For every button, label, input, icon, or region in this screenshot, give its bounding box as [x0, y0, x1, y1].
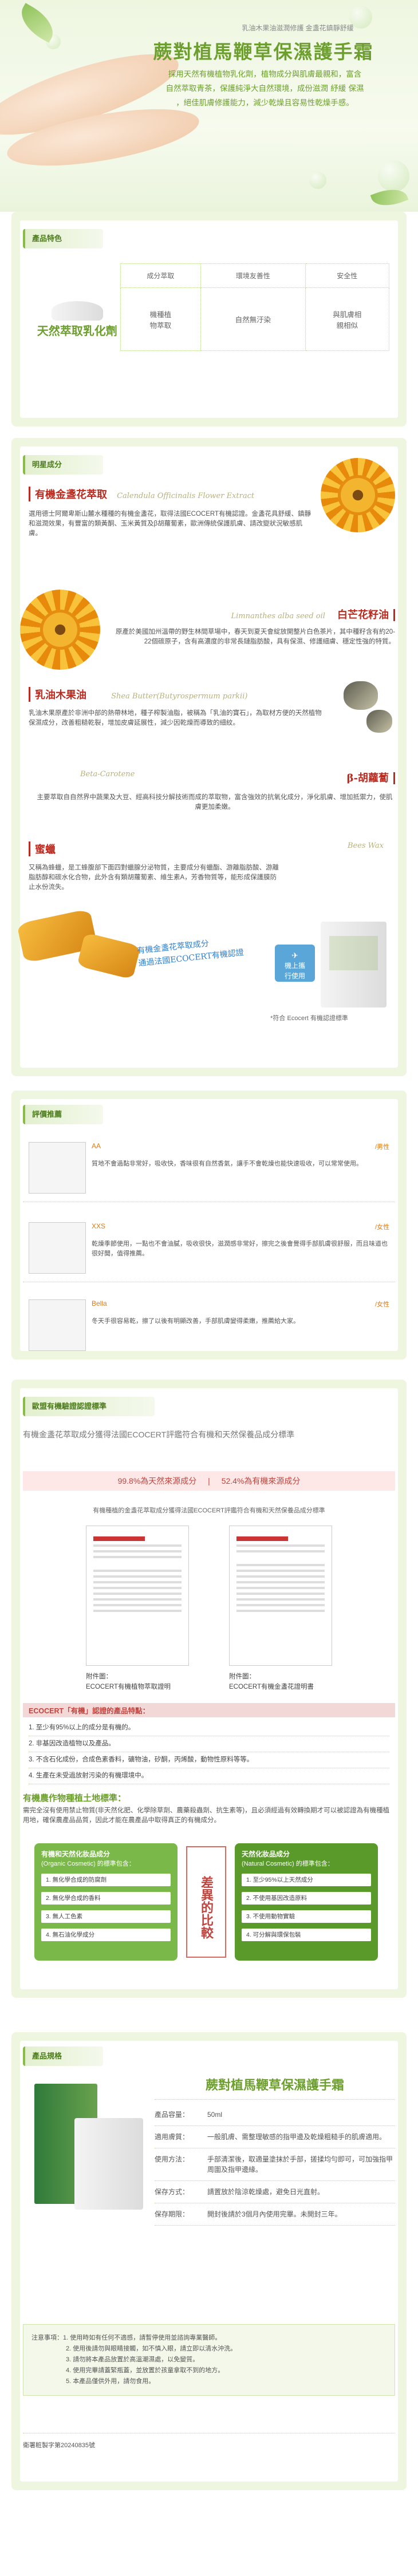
ingredient-text: 乳油木果原產於非洲中部的熱帶林地，種子榨製油脂，被稱為「乳油的寶石」，為取材方便… [29, 710, 322, 726]
feature-cell: 自然無汙染 [200, 287, 306, 351]
natural-column: 天然化妝品成分 (Natural Cosmetic) 的標準包含： 1. 至少9… [235, 1843, 378, 1961]
ingredient-block: 乳油木果油 Shea Butter(Butyrospermum parkii) … [29, 687, 326, 728]
reviewer-name: AA [92, 1142, 101, 1150]
review-text: 質地不會過黏非常好，吸收快，香味很有自然香氣，讓手不會乾燥也能快速吸收，可以常常… [92, 1160, 362, 1167]
calendula-center [338, 475, 378, 515]
ingredient-latin: Bees Wax [347, 841, 384, 850]
meadowfoam-center [40, 610, 80, 650]
water-drop-icon [309, 172, 326, 189]
features-section-title: 產品特色 [23, 229, 103, 248]
shea-nut-image [344, 681, 378, 710]
spec-product-title: 蕨對植馬鞭草保濕護手霜 [155, 2075, 395, 2100]
comparison-item: 4. 可分解與環保包裝 [242, 1929, 371, 1941]
certificate-doc-2 [229, 1526, 332, 1666]
comparison-item: 2. 無化學合成的香料 [41, 1892, 171, 1905]
benefits-list: 1. 至少有95%以上的成分是有機的。 2. 非基因改造植物以及產品。 3. 不… [29, 1720, 389, 1784]
feature-header: 環境友善性 [200, 263, 306, 288]
farm-title: 有機農作物種植土地標準： [23, 1793, 127, 1803]
cert-section-title: 歐盟有機驗證認證標準 [23, 1397, 155, 1416]
reviewer-name: Bella [92, 1299, 107, 1307]
ingredient-block: Limnanthes alba seed oil 白芒花籽油 原產於美國加州溫帶… [109, 607, 395, 647]
spec-row: 適用膚質： 一般肌膚、需整理敏感的指甲邊及乾燥粗糙手的肌膚適用。 [155, 2126, 395, 2148]
avatar [29, 1222, 86, 1274]
certificate-doc-1 [86, 1526, 189, 1666]
comparison-item: 1. 至少95%以上天然成分 [242, 1874, 371, 1886]
feature-header: 安全性 [305, 263, 390, 288]
avatar [29, 1299, 86, 1351]
water-drop-icon [378, 160, 409, 192]
ingredient-name: 蜜蠟 [35, 844, 56, 856]
spec-table: 產品容量： 50ml 適用膚質： 一般肌膚、需整理敏感的指甲邊及乾燥粗糙手的肌膚適用… [155, 2104, 395, 2226]
hero-title: 蕨對植馬鞭草保濕護手霜 [153, 41, 374, 63]
ingredients-section-title: 明星成分 [23, 455, 103, 475]
ingredient-text: 原產於美國加州溫帶的野生林間草場中，春天到夏天會綻放開整片白色茶片，其中種籽含有… [115, 629, 395, 645]
travel-badge: ✈ 機上攜 行使用 [275, 945, 315, 982]
hero-tagline: 乳油木果油滋潤修護 金盞花鎮靜舒緩 [242, 24, 354, 32]
spec-row: 保存期限： 開封後請於3個月內使用完畢。未開封三年。 [155, 2203, 395, 2226]
review-text: 冬天手很容易乾，擦了以後有明顯改善，手部肌膚變得柔嫩，推薦給大家。 [92, 1318, 299, 1325]
hero-description: 採用天然有機植物乳化劑，植物成分與肌膚最親和，富含 自然萃取青茶，保護純淨大自然… [165, 70, 364, 108]
percentage-bar: 99.8%為天然來源成分 | 52.4%為有機來源成分 [23, 1471, 395, 1491]
ingredient-text: 選用德士阿爾卑斯山麓水種種的有機金盞花，取得法國ECOCERT有機認證。金盞花具… [29, 511, 311, 537]
cream-image [51, 301, 103, 321]
reviewer-name: XXS [92, 1222, 106, 1230]
ingredient-name: β-胡蘿蔔 [346, 772, 395, 784]
avatar [29, 1142, 86, 1194]
ingredient-text: 又稱為蜂蠟，是工蜂腹部下面四對蠟腺分泌物質，主要成分有蠟酯、游離脂肪酸、游離脂肪… [29, 864, 279, 891]
ingredient-block: 有機金盞花萃取 Calendula Officinalis Flower Ext… [29, 487, 315, 539]
tube-label [329, 936, 378, 970]
reviewer-tag: /男性 [374, 1144, 389, 1151]
comparison-divider: 差異的比較 [186, 1846, 226, 1958]
ingredient-block: 蜜蠟 Bees Wax 又稱為蜂蠟，是工蜂腹部下面四對蠟腺分泌物質，主要成分有蠟… [29, 841, 384, 892]
feature-cell: 與肌膚相 親相似 [305, 287, 390, 351]
reviewer-tag: /女性 [374, 1301, 389, 1308]
cert-intro: 有機金盞花萃取成分獲得法國ECOCERT評鑑符合有機和天然保養品成分標準 [23, 1430, 295, 1439]
ingredient-block: Beta-Carotene β-胡蘿蔔 主要萃取自自然界中蔬果及大豆、經高科技分… [34, 770, 395, 812]
feature-header: 成分萃取 [120, 263, 202, 288]
feature-cell: 機種植 物萃取 [120, 287, 202, 351]
review-item: XXS /女性 乾燥季節使用，一點也不會油膩，吸收很快，滋潤感非常好，擦完之後會… [23, 1216, 395, 1282]
comparison-item: 3. 無人工色素 [41, 1910, 171, 1923]
features-table: 成分萃取 環境友善性 安全性 天然萃取乳化劑 機種植 物萃取 自然無汙染 與肌膚… [34, 263, 390, 351]
benefits-title: ECOCERT「有機」認證的產品特點： [23, 1703, 395, 1717]
license-footer: 衛署粧製字第20240835號 [23, 2433, 395, 2449]
review-item: Bella /女性 冬天手很容易乾，擦了以後有明顯改善，手部肌膚變得柔嫩，推薦給… [23, 1294, 395, 1360]
ingredient-text: 主要萃取自自然界中蔬果及大豆、經高科技分解技術而成的萃取物，富含強效的抗氧化成分… [37, 794, 393, 811]
doc-caption-1: 附件圖： ECOCERT有機植物萃取證明 [86, 1673, 171, 1690]
spec-row: 保存方式： 請置放於陰涼乾燥處，避免日光直射。 [155, 2181, 395, 2203]
product-tube-image [74, 2118, 143, 2210]
comparison-item: 2. 不使用基因改造原料 [242, 1892, 371, 1905]
ingredient-latin: Shea Butter(Butyrospermum parkii) [111, 692, 248, 701]
comparison-item: 1. 無化學合成的防腐劑 [41, 1874, 171, 1886]
reviews-section-title: 評價推薦 [23, 1105, 103, 1124]
ingredient-latin: Limnanthes alba seed oil [231, 612, 325, 621]
spec-section-title: 產品規格 [23, 2046, 103, 2066]
ingredient-latin: Beta-Carotene [80, 770, 135, 779]
plane-icon: ✈ [291, 951, 298, 960]
ingredient-name: 乳油木果油 [35, 689, 86, 701]
doc-caption-2: 附件圖： ECOCERT有機金盞花證明書 [229, 1673, 314, 1690]
ingredient-name: 有機金盞花萃取 [35, 489, 107, 501]
ingredient-name: 白芒花籽油 [337, 609, 395, 621]
cert-sub: 有機種植的金盞花萃取成分獲得法國ECOCERT評鑑符合有機和天然保養品成分標準 [93, 1507, 325, 1514]
reviewer-tag: /女性 [374, 1224, 389, 1231]
organic-column: 有機和天然化妝品成分 (Organic Cosmetic) 的標準包含： 1. … [34, 1843, 178, 1961]
comparison-item: 3. 不使用動物實驗 [242, 1910, 371, 1923]
ingredient-latin: Calendula Officinalis Flower Extract [117, 492, 255, 500]
farm-text: 需完全沒有使用禁止物質(非天然化肥、化學除草劑、農藥殺蟲劑、抗生素等)，且必須經… [23, 1807, 390, 1824]
spec-row: 產品容量： 50ml [155, 2104, 395, 2126]
notice-box: 注意事項：1. 使用時如有任何不適感，請暫停使用並諮詢專業醫師。 2. 使用後請… [23, 2324, 395, 2396]
shea-nut-image [366, 710, 392, 733]
spec-row: 使用方法： 手部清潔後，取適量塗抹於手部，搓揉均勻即可，可加強指甲周圍及指甲邊緣。 [155, 2148, 395, 2181]
comparison-item: 4. 無石油化學成分 [41, 1929, 171, 1941]
review-text: 乾燥季節使用，一點也不會油膩，吸收很快，滋潤感非常好，擦完之後會覺得手部肌膚很舒… [92, 1240, 388, 1257]
review-item: AA /男性 質地不會過黏非常好，吸收快，香味很有自然香氣，讓手不會乾燥也能快速… [23, 1136, 395, 1202]
feature-left-title: 天然萃取乳化劑 [37, 323, 117, 338]
cert-note: *符合 Ecocert 有機認證標準 [270, 1015, 348, 1022]
